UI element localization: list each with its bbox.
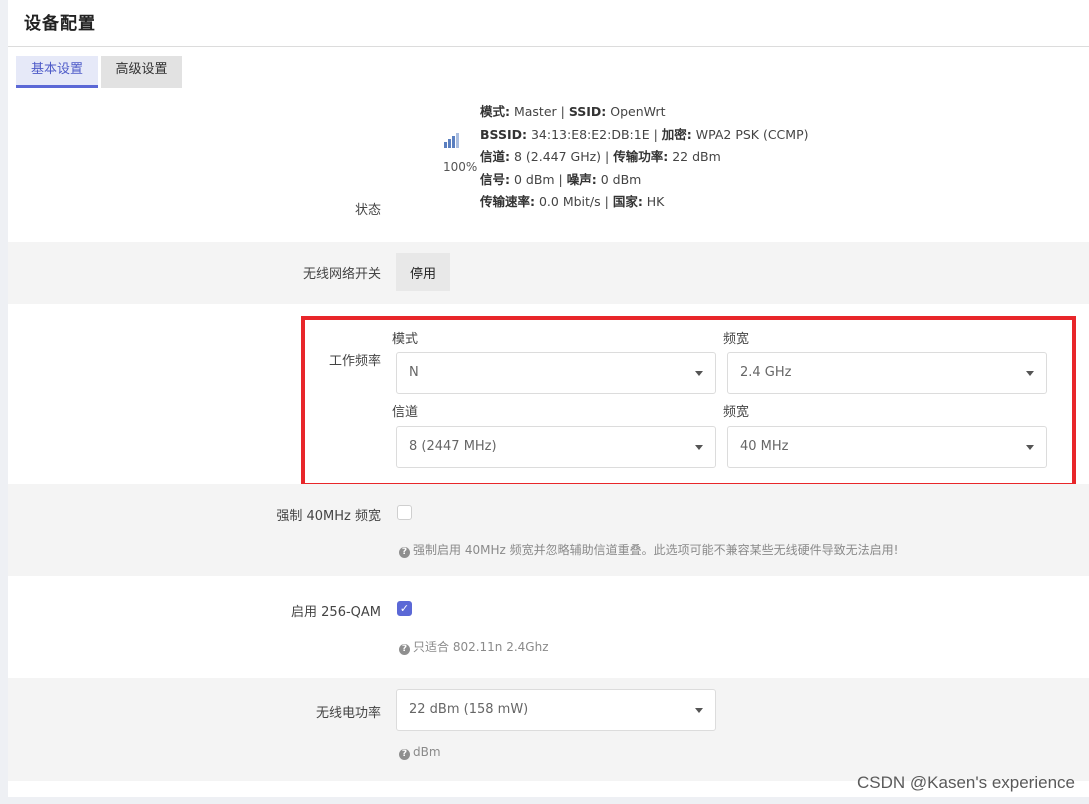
- qam256-checkbox[interactable]: ✓: [397, 601, 412, 616]
- force40-label: 强制 40MHz 频宽: [276, 509, 381, 524]
- status-line-channel: 信道: 8 (2.447 GHz) | 传输功率: 22 dBm: [480, 149, 721, 164]
- disable-wireless-button[interactable]: 停用: [396, 253, 450, 291]
- status-line-bssid: BSSID: 34:13:E8:E2:DB:1E | 加密: WPA2 PSK …: [480, 126, 809, 142]
- status-line-signal: 信号: 0 dBm | 噪声: 0 dBm: [480, 171, 642, 187]
- checkmark-icon: ✓: [399, 602, 410, 615]
- mode-label: 模式: [392, 332, 419, 347]
- chevron-down-icon: [1026, 445, 1034, 450]
- channel-label: 信道: [392, 405, 419, 420]
- force40-help: ? 强制启用 40MHz 频宽并忽略辅助信道重叠。此选项可能不兼容某些无线硬件导致…: [399, 541, 898, 558]
- signal-percent: 100%: [443, 160, 478, 174]
- mode-select-value: N: [409, 365, 419, 380]
- question-circle-icon: ?: [399, 644, 410, 655]
- signal-bars-icon: [444, 133, 459, 148]
- mode-select[interactable]: N: [396, 352, 716, 394]
- width-label: 频宽: [723, 405, 750, 420]
- wireless-switch-label: 无线网络开关: [302, 267, 381, 282]
- txpower-help: ? dBm: [399, 745, 441, 760]
- txpower-label: 无线电功率: [315, 706, 381, 721]
- status-details: 模式: Master | SSID: OpenWrt BSSID: 34:13:…: [480, 101, 809, 214]
- channel-select-value: 8 (2447 MHz): [409, 439, 497, 454]
- status-line-mode: 模式: Master | SSID: OpenWrt: [480, 104, 666, 119]
- page-title: 设备配置: [24, 14, 96, 34]
- question-circle-icon: ?: [399, 547, 410, 558]
- force40-row: [8, 484, 1089, 576]
- chevron-down-icon: [695, 371, 703, 376]
- band-select[interactable]: 2.4 GHz: [727, 352, 1047, 394]
- tab-basic-settings[interactable]: 基本设置: [16, 56, 98, 88]
- question-circle-icon: ?: [399, 749, 410, 760]
- band-label: 频宽: [723, 332, 750, 347]
- frequency-label: 工作频率: [328, 354, 381, 369]
- channel-select[interactable]: 8 (2447 MHz): [396, 426, 716, 468]
- force40-checkbox[interactable]: [397, 505, 412, 520]
- tab-advanced-settings[interactable]: 高级设置: [101, 56, 182, 88]
- watermark: CSDN @Kasen's experience: [857, 773, 1075, 792]
- txpower-select-value: 22 dBm (158 mW): [409, 702, 529, 717]
- qam256-label: 启用 256-QAM: [291, 605, 381, 620]
- wireless-switch-row: [8, 242, 1089, 304]
- band-select-value: 2.4 GHz: [740, 365, 792, 380]
- qam256-help: ? 只适合 802.11n 2.4Ghz: [399, 638, 549, 655]
- qam256-row: [8, 576, 1089, 678]
- status-line-rate: 传输速率: 0.0 Mbit/s | 国家: HK: [480, 194, 665, 209]
- chevron-down-icon: [695, 708, 703, 713]
- status-label: 状态: [354, 203, 381, 218]
- width-select-value: 40 MHz: [740, 439, 789, 454]
- chevron-down-icon: [695, 445, 703, 450]
- txpower-select[interactable]: 22 dBm (158 mW): [396, 689, 716, 731]
- width-select[interactable]: 40 MHz: [727, 426, 1047, 468]
- chevron-down-icon: [1026, 371, 1034, 376]
- title-divider: [8, 46, 1089, 47]
